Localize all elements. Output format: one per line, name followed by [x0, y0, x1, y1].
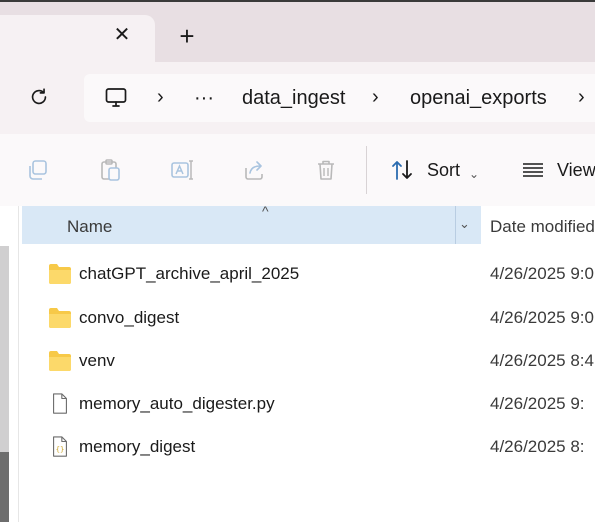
- column-header-name-label: Name: [67, 217, 113, 236]
- python-file-icon: [53, 393, 67, 414]
- list-item[interactable]: {} memory_digest 4/26/2025 8:: [22, 428, 595, 466]
- file-name: chatGPT_archive_april_2025: [79, 264, 300, 283]
- breadcrumb-chevron-icon[interactable]: ›: [157, 84, 164, 110]
- list-item[interactable]: venv 4/26/2025 8:4: [22, 342, 595, 380]
- column-dropdown-chevron-icon[interactable]: ⌄: [459, 216, 470, 232]
- sort-icon[interactable]: [390, 158, 414, 182]
- sort-chevron-down-icon[interactable]: ⌄: [469, 163, 479, 185]
- column-header-date-modified[interactable]: Date modified: [490, 217, 595, 237]
- view-button[interactable]: View: [557, 159, 595, 181]
- svg-text:{}: {}: [56, 445, 65, 454]
- copy-icon[interactable]: [26, 158, 50, 182]
- breadcrumb-chevron-icon[interactable]: ›: [372, 84, 379, 110]
- view-icon[interactable]: [521, 158, 545, 182]
- share-icon[interactable]: [242, 158, 266, 182]
- file-name: memory_auto_digester.py: [79, 394, 275, 413]
- breadcrumb-data-ingest[interactable]: data_ingest: [242, 86, 345, 110]
- folder-icon: [49, 351, 71, 371]
- pane-divider: [18, 206, 19, 522]
- toolbar-separator: [366, 146, 367, 194]
- breadcrumb-openai-exports[interactable]: openai_exports: [410, 86, 547, 110]
- folder-icon: [49, 308, 71, 328]
- tab-strip: ✕ +: [0, 0, 595, 62]
- list-item[interactable]: memory_auto_digester.py 4/26/2025 9:: [22, 385, 595, 423]
- address-row: › ··· data_ingest › openai_exports ›: [0, 62, 595, 134]
- file-name: convo_digest: [79, 308, 180, 327]
- file-name: memory_digest: [79, 437, 196, 456]
- sort-button[interactable]: Sort: [427, 159, 460, 181]
- list-item[interactable]: convo_digest 4/26/2025 9:0: [22, 299, 595, 337]
- file-date: 4/26/2025 9:0: [490, 264, 594, 283]
- new-tab-button[interactable]: +: [175, 23, 199, 50]
- this-pc-icon[interactable]: [104, 86, 128, 110]
- rename-icon[interactable]: [170, 158, 194, 182]
- folder-icon: [49, 264, 71, 284]
- delete-icon[interactable]: [314, 158, 338, 182]
- breadcrumb-overflow[interactable]: ···: [194, 86, 214, 110]
- sort-ascending-icon: ^: [262, 203, 269, 219]
- paste-icon[interactable]: [98, 158, 122, 182]
- active-tab[interactable]: ✕: [0, 15, 155, 62]
- window-top-border: [0, 0, 595, 2]
- breadcrumb-chevron-icon[interactable]: ›: [578, 84, 585, 110]
- refresh-icon[interactable]: [28, 86, 50, 108]
- file-name: venv: [79, 351, 115, 370]
- json-file-icon: {}: [53, 436, 67, 457]
- file-date: 4/26/2025 9:0: [490, 308, 594, 327]
- column-divider[interactable]: [455, 206, 456, 244]
- address-bar[interactable]: › ··· data_ingest › openai_exports ›: [84, 74, 595, 122]
- file-date: 4/26/2025 9:: [490, 394, 585, 413]
- navigation-pane-scrollbar-thumb[interactable]: [0, 452, 9, 522]
- file-date: 4/26/2025 8:: [490, 437, 585, 456]
- file-date: 4/26/2025 8:4: [490, 351, 594, 370]
- close-tab-icon[interactable]: ✕: [112, 25, 132, 45]
- column-header-name[interactable]: ^ Name ⌄: [22, 203, 481, 244]
- list-item[interactable]: chatGPT_archive_april_2025 4/26/2025 9:0: [22, 255, 595, 293]
- command-bar: Sort ⌄ View: [0, 134, 595, 207]
